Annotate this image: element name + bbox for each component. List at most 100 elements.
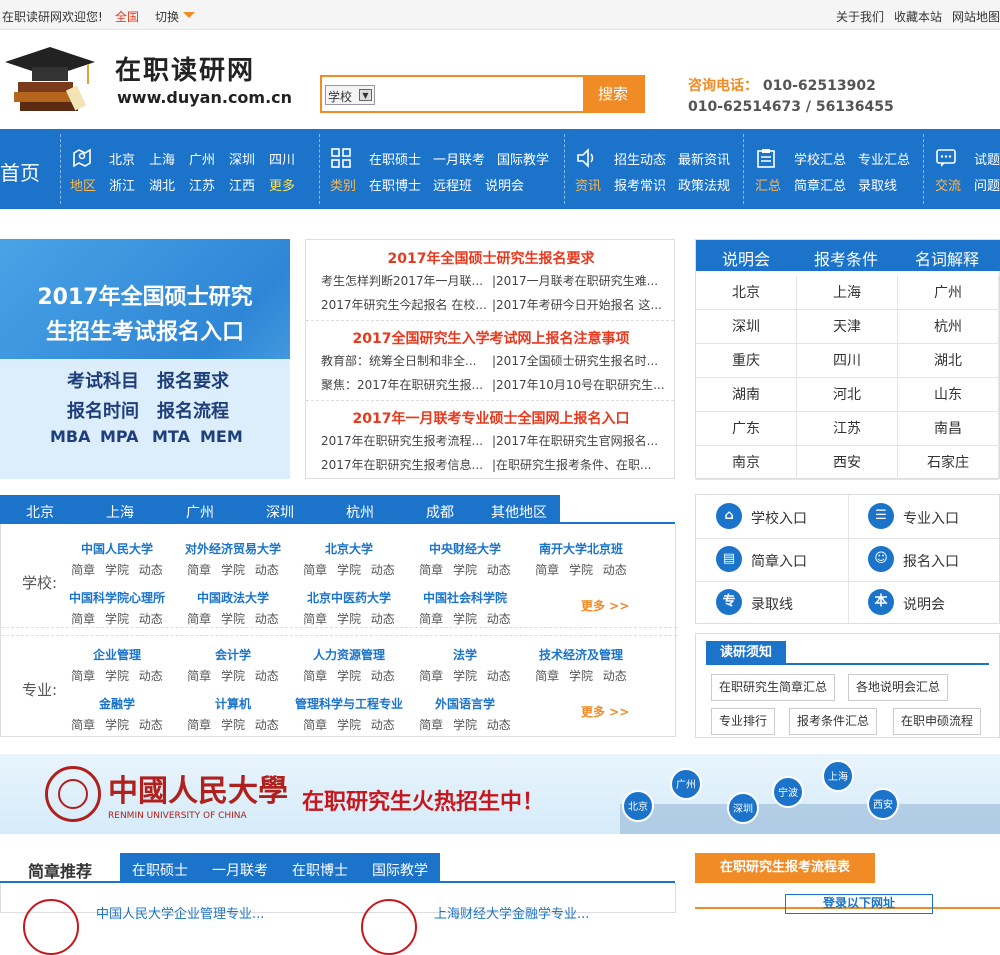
news-item[interactable]: 2017年在职研究生报考流程...: [321, 432, 496, 449]
school-name[interactable]: 南开大学北京班: [521, 540, 641, 557]
city-link[interactable]: 深圳: [696, 310, 797, 344]
nav-link[interactable]: 在职硕士: [369, 149, 421, 168]
city-link[interactable]: 广州: [898, 276, 999, 310]
nav-link[interactable]: 江苏: [189, 175, 215, 194]
notice-tag[interactable]: 在职研究生简章汇总: [711, 674, 836, 701]
banner-link[interactable]: MEM: [200, 427, 243, 446]
nav-link[interactable]: 政策法规: [678, 175, 730, 194]
school-sublinks[interactable]: 简章 学院 动态: [289, 561, 409, 578]
tab-region[interactable]: 深圳: [266, 502, 294, 522]
major-name[interactable]: 人力资源管理: [289, 646, 409, 663]
city-link[interactable]: 上海: [797, 276, 898, 310]
school-sublinks[interactable]: 简章 学院 动态: [289, 716, 409, 733]
major-name[interactable]: 金融学: [57, 695, 177, 712]
city-link[interactable]: 石家庄: [898, 446, 999, 480]
school-sublinks[interactable]: 简章 学院 动态: [405, 667, 525, 684]
tab-brochure[interactable]: 一月联考: [212, 860, 268, 880]
news-item[interactable]: 2017年研究生今起报名 在校...: [321, 296, 496, 313]
school-sublinks[interactable]: 简章 学院 动态: [173, 716, 293, 733]
tab-brochure[interactable]: 在职博士: [292, 860, 348, 880]
city-link[interactable]: 湖南: [696, 378, 797, 412]
nav-link[interactable]: 在职博士: [369, 175, 421, 194]
tab-brochure[interactable]: 国际教学: [372, 860, 428, 880]
banner-link[interactable]: 报名流程: [157, 397, 229, 423]
news-headline[interactable]: 2017全国研究生入学考试网上报名注意事项: [306, 328, 676, 348]
nav-link[interactable]: 简章汇总: [794, 175, 846, 194]
banner-link[interactable]: 考试科目: [67, 367, 139, 393]
school-name[interactable]: 中国人民大学: [57, 540, 177, 557]
news-item[interactable]: 聚焦：2017年在职研究生报...: [321, 376, 496, 393]
major-name[interactable]: 法学: [405, 646, 525, 663]
tab-region[interactable]: 杭州: [346, 502, 374, 522]
renmin-university-banner[interactable]: 中國人民大學 RENMIN UNIVERSITY OF CHINA 在职研究生火…: [0, 754, 1000, 834]
tab-requirements[interactable]: 报考条件: [814, 246, 878, 270]
city-link[interactable]: 重庆: [696, 344, 797, 378]
school-sublinks[interactable]: 简章 学院 动态: [521, 667, 641, 684]
city-link[interactable]: 广东: [696, 412, 797, 446]
tab-region[interactable]: 其他地区: [491, 502, 547, 522]
city-link[interactable]: 天津: [797, 310, 898, 344]
school-name[interactable]: 中国科学院心理所: [57, 589, 177, 606]
nav-link[interactable]: 问题: [974, 175, 1000, 194]
search-button[interactable]: 搜索: [583, 77, 643, 111]
entry-home[interactable]: ⌂ 学校入口: [696, 495, 848, 538]
nav-link[interactable]: 江西: [229, 175, 255, 194]
school-sublinks[interactable]: 简章 学院 动态: [521, 561, 641, 578]
nav-link[interactable]: 四川: [269, 149, 295, 168]
tab-glossary[interactable]: 名词解释: [915, 246, 979, 270]
entry-document[interactable]: ▤ 简章入口: [696, 538, 848, 581]
switch-region-button[interactable]: 切换: [155, 8, 195, 25]
site-logo[interactable]: 在职读研网 www.duyan.com.cn: [0, 42, 292, 122]
tab-brochure[interactable]: 在职硕士: [132, 860, 188, 880]
news-headline[interactable]: 2017年一月联考专业硕士全国网上报名入口: [306, 408, 676, 428]
nav-link[interactable]: 北京: [109, 149, 135, 168]
sitemap-link[interactable]: 网站地图: [952, 8, 1000, 25]
school-sublinks[interactable]: 简章 学院 动态: [173, 667, 293, 684]
nav-link[interactable]: 一月联考: [433, 149, 485, 168]
school-sublinks[interactable]: 简章 学院 动态: [173, 610, 293, 627]
brochure-item[interactable]: 中国人民大学企业管理专业...: [96, 903, 264, 922]
school-sublinks[interactable]: 简章 学院 动态: [405, 610, 525, 627]
school-sublinks[interactable]: 简章 学院 动态: [289, 667, 409, 684]
news-item[interactable]: 考生怎样判断2017年一月联...: [321, 272, 496, 289]
entry-list[interactable]: ☰ 专业入口: [848, 495, 1000, 538]
nav-cap-category[interactable]: 类别: [330, 175, 356, 194]
nav-link[interactable]: 报考常识: [614, 175, 666, 194]
city-link[interactable]: 湖北: [898, 344, 999, 378]
search-input[interactable]: [380, 79, 580, 109]
nav-cap-summary[interactable]: 汇总: [755, 175, 781, 194]
nav-link[interactable]: 试题: [974, 149, 1000, 168]
nav-link[interactable]: 湖北: [149, 175, 175, 194]
city-link[interactable]: 山东: [898, 378, 999, 412]
notice-tag[interactable]: 报考条件汇总: [789, 708, 878, 735]
entry-ben[interactable]: 本说明会: [848, 581, 1000, 624]
entry-zhuan[interactable]: 专录取线: [696, 581, 848, 624]
entry-user[interactable]: ☺ 报名入口: [848, 538, 1000, 581]
more-schools-link[interactable]: 更多 >>: [581, 597, 629, 614]
major-name[interactable]: 技术经济及管理: [521, 646, 641, 663]
major-name[interactable]: 企业管理: [57, 646, 177, 663]
city-link[interactable]: 西安: [797, 446, 898, 480]
school-sublinks[interactable]: 简章 学院 动态: [57, 716, 177, 733]
nav-more-link[interactable]: 更多: [269, 175, 295, 194]
news-item[interactable]: |2017年考研今日开始报名 这...: [492, 296, 667, 313]
nav-link[interactable]: 深圳: [229, 149, 255, 168]
news-item[interactable]: 教育部：统筹全日制和非全...: [321, 352, 496, 369]
tab-briefing[interactable]: 说明会: [722, 246, 770, 270]
more-majors-link[interactable]: 更多 >>: [581, 703, 629, 720]
nav-link[interactable]: 远程班: [433, 175, 472, 194]
nav-home[interactable]: 首页: [0, 157, 40, 186]
school-sublinks[interactable]: 简章 学院 动态: [57, 610, 177, 627]
nav-link[interactable]: 说明会: [485, 175, 524, 194]
school-name[interactable]: 中国政法大学: [173, 589, 293, 606]
school-name[interactable]: 北京大学: [289, 540, 409, 557]
school-sublinks[interactable]: 简章 学院 动态: [173, 561, 293, 578]
nav-link[interactable]: 上海: [149, 149, 175, 168]
banner-link[interactable]: MPA: [100, 427, 139, 446]
news-item[interactable]: 2017年在职研究生报考信息...: [321, 456, 496, 473]
city-link[interactable]: 杭州: [898, 310, 999, 344]
banner-link[interactable]: 报名时间: [67, 397, 139, 423]
nav-link[interactable]: 录取线: [858, 175, 897, 194]
bookmark-link[interactable]: 收藏本站: [894, 8, 942, 25]
region-link[interactable]: 全国: [115, 8, 139, 25]
